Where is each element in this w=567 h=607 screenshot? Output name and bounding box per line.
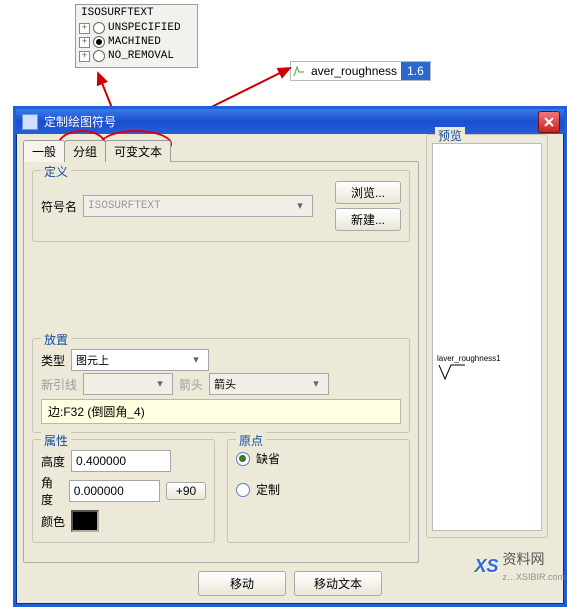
plus90-button[interactable]: +90 xyxy=(166,482,206,500)
watermark-text: 资料网 xyxy=(502,551,544,567)
attributes-group: 属性 高度 0.400000 角度 0.000000 +90 颜色 xyxy=(32,439,215,543)
custom-symbol-dialog: 定制绘图符号 一般 分组 可变文本 定义 符号名 ISOSURFTEXT ▾ xyxy=(13,106,567,607)
height-input[interactable]: 0.400000 xyxy=(71,450,171,472)
watermark: XS 资料网 z…XSIBIR.com xyxy=(474,549,565,583)
type-label: 类型 xyxy=(41,352,65,369)
move-button[interactable]: 移动 xyxy=(198,571,286,596)
chevron-down-icon: ▾ xyxy=(152,377,168,391)
origin-custom-radio[interactable]: 定制 xyxy=(236,481,401,498)
color-swatch[interactable] xyxy=(71,510,99,532)
origin-default-label: 缺省 xyxy=(256,450,280,467)
location-legend: 放置 xyxy=(41,331,71,348)
app-icon xyxy=(22,114,38,130)
roughness-value[interactable]: 1.6 xyxy=(401,62,430,80)
close-button[interactable] xyxy=(538,111,560,133)
origin-legend: 原点 xyxy=(236,432,266,449)
attributes-legend: 属性 xyxy=(41,432,71,449)
type-combo[interactable]: 图元上 ▾ xyxy=(71,349,209,371)
definition-legend: 定义 xyxy=(41,163,71,180)
tree-item-label: UNSPECIFIED xyxy=(108,22,181,34)
close-icon xyxy=(544,117,554,127)
arrow-combo: 箭头 ▾ xyxy=(209,373,329,395)
chevron-down-icon: ▾ xyxy=(292,199,308,213)
browse-button[interactable]: 浏览... xyxy=(335,181,401,204)
chevron-down-icon: ▾ xyxy=(188,353,204,367)
tab-vartext[interactable]: 可变文本 xyxy=(105,140,171,162)
symbol-icon xyxy=(291,63,307,79)
tree-item-machined[interactable]: + MACHINED xyxy=(79,35,194,49)
preview-symbol: laver_roughness1 xyxy=(437,354,501,381)
angle-input[interactable]: 0.000000 xyxy=(69,480,160,502)
tab-general[interactable]: 一般 xyxy=(23,140,65,162)
radio-icon xyxy=(236,483,250,497)
radio-icon[interactable] xyxy=(93,36,105,48)
symbol-name-label: 符号名 xyxy=(41,198,77,215)
expand-icon[interactable]: + xyxy=(79,23,90,34)
tree-title: ISOSURFTEXT xyxy=(79,7,194,21)
angle-label: 角度 xyxy=(41,474,63,508)
general-panel: 定义 符号名 ISOSURFTEXT ▾ 浏览... 新建... 放置 xyxy=(23,161,419,563)
preview-group: 预览 laver_roughness1 xyxy=(426,134,548,538)
radio-icon[interactable] xyxy=(93,50,105,62)
definition-group: 定义 符号名 ISOSURFTEXT ▾ 浏览... 新建... xyxy=(32,170,410,242)
titlebar[interactable]: 定制绘图符号 xyxy=(16,109,564,134)
origin-default-radio[interactable]: 缺省 xyxy=(236,450,401,467)
type-value: 图元上 xyxy=(76,352,109,368)
watermark-sub: z…XSIBIR.com xyxy=(502,572,565,582)
move-text-button[interactable]: 移动文本 xyxy=(294,571,382,596)
dialog-title: 定制绘图符号 xyxy=(44,113,116,130)
radio-icon xyxy=(236,452,250,466)
leader-label: 新引线 xyxy=(41,376,77,393)
tab-strip: 一般 分组 可变文本 xyxy=(23,140,557,162)
tree-item-label: MACHINED xyxy=(108,36,161,48)
tab-group[interactable]: 分组 xyxy=(64,140,106,162)
tree-item-unspecified[interactable]: + UNSPECIFIED xyxy=(79,21,194,35)
arrow-value: 箭头 xyxy=(214,376,236,392)
edge-info: 边:F32 (倒圆角_4) xyxy=(41,399,401,424)
radio-icon[interactable] xyxy=(93,22,105,34)
expand-icon[interactable]: + xyxy=(79,51,90,62)
leader-combo: ▾ xyxy=(83,373,173,395)
roughness-label: aver_roughness xyxy=(307,64,401,78)
chevron-down-icon: ▾ xyxy=(308,377,324,391)
roughness-field[interactable]: aver_roughness 1.6 xyxy=(290,61,431,81)
origin-custom-label: 定制 xyxy=(256,481,280,498)
tree-item-noremoval[interactable]: + NO_REMOVAL xyxy=(79,49,194,63)
expand-icon[interactable]: + xyxy=(79,37,90,48)
symbol-name-value: ISOSURFTEXT xyxy=(88,200,161,212)
arrow-label: 箭头 xyxy=(179,376,203,393)
symbol-name-combo[interactable]: ISOSURFTEXT ▾ xyxy=(83,195,313,217)
tree-item-label: NO_REMOVAL xyxy=(108,50,174,62)
color-label: 颜色 xyxy=(41,513,65,530)
new-button[interactable]: 新建... xyxy=(335,208,401,231)
preview-canvas: laver_roughness1 xyxy=(432,143,542,531)
location-group: 放置 类型 图元上 ▾ 新引线 ▾ 箭头 箭头 ▾ xyxy=(32,338,410,433)
height-label: 高度 xyxy=(41,453,65,470)
isosurf-tree: ISOSURFTEXT + UNSPECIFIED + MACHINED + N… xyxy=(75,4,198,68)
watermark-logo: XS xyxy=(474,556,498,577)
origin-group: 原点 缺省 定制 xyxy=(227,439,410,543)
